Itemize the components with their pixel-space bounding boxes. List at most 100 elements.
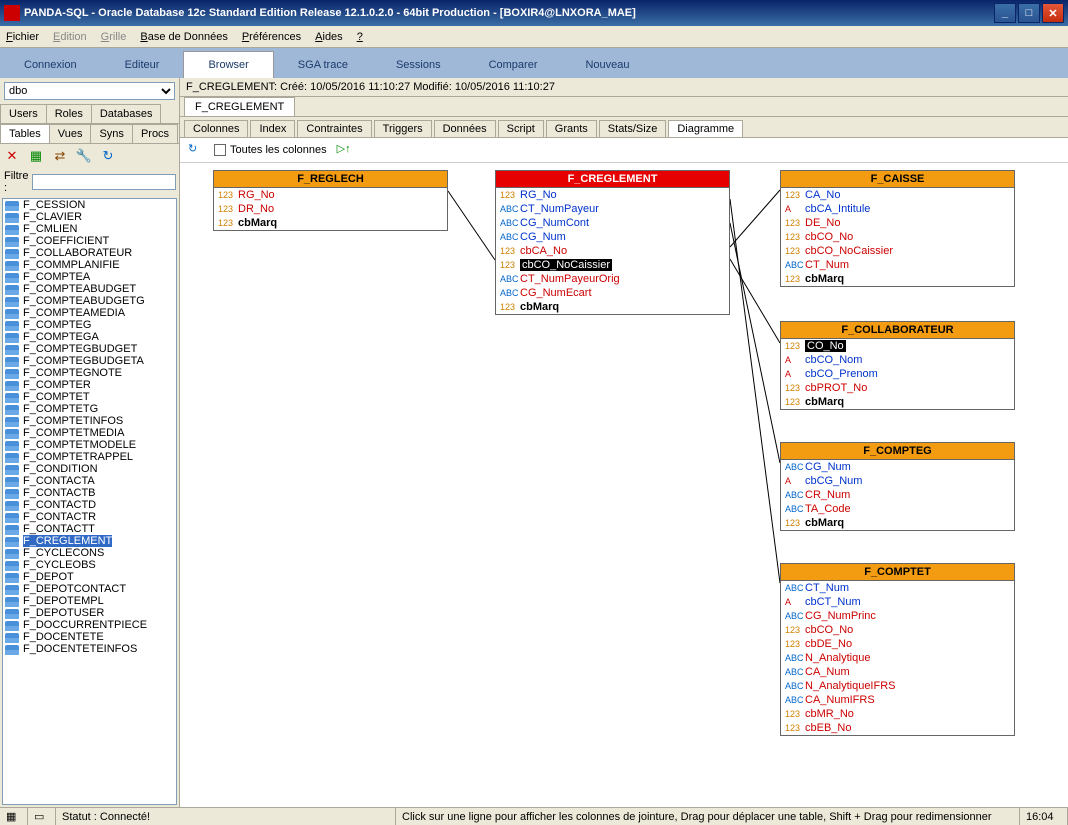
- column-row[interactable]: ABCCG_NumCont: [496, 216, 729, 230]
- close-button[interactable]: ✕: [1042, 3, 1064, 23]
- tree-item[interactable]: F_CONTACTT: [3, 523, 176, 535]
- column-row[interactable]: 123cbEB_No: [781, 721, 1014, 735]
- subtab-stats/size[interactable]: Stats/Size: [599, 120, 667, 137]
- column-row[interactable]: ABCCT_Num: [781, 581, 1014, 595]
- tree-item[interactable]: F_DOCENTETEINFOS: [3, 643, 176, 655]
- refresh-icon[interactable]: ↻: [100, 148, 116, 164]
- tree-item[interactable]: F_COMPTEG: [3, 319, 176, 331]
- column-row[interactable]: 123cbMarq: [781, 272, 1014, 286]
- tree-item[interactable]: F_COMPTER: [3, 379, 176, 391]
- column-row[interactable]: ABCN_Analytique: [781, 651, 1014, 665]
- tree-item[interactable]: F_DOCCURRENTPIECE: [3, 619, 176, 631]
- tree-item[interactable]: F_COMPTEGA: [3, 331, 176, 343]
- column-row[interactable]: 123cbCO_NoCaissier: [496, 258, 729, 272]
- tree-item[interactable]: F_CYCLEOBS: [3, 559, 176, 571]
- column-row[interactable]: 123cbDE_No: [781, 637, 1014, 651]
- sidetabs2-vues[interactable]: Vues: [49, 124, 92, 143]
- maintab-editeur[interactable]: Editeur: [101, 52, 184, 78]
- column-row[interactable]: 123cbMarq: [214, 216, 447, 230]
- subtab-triggers[interactable]: Triggers: [374, 120, 432, 137]
- tree-item[interactable]: F_CLAVIER: [3, 211, 176, 223]
- tree-item[interactable]: F_COMPTETRAPPEL: [3, 451, 176, 463]
- tree-item[interactable]: F_COMPTET: [3, 391, 176, 403]
- column-row[interactable]: 123cbMarq: [781, 516, 1014, 530]
- tree-item[interactable]: F_COEFFICIENT: [3, 235, 176, 247]
- tree-item[interactable]: F_DEPOTEMPL: [3, 595, 176, 607]
- maintab-connexion[interactable]: Connexion: [0, 52, 101, 78]
- column-row[interactable]: 123DR_No: [214, 202, 447, 216]
- tree-item[interactable]: F_COMPTEABUDGET: [3, 283, 176, 295]
- tree-item[interactable]: F_CONDITION: [3, 463, 176, 475]
- tree-item[interactable]: F_COMPTETG: [3, 403, 176, 415]
- diagram-table-f_compteg[interactable]: F_COMPTEGABCCG_NumAcbCG_NumABCCR_NumABCT…: [780, 442, 1015, 531]
- column-row[interactable]: 123DE_No: [781, 216, 1014, 230]
- tree-item[interactable]: F_DEPOTUSER: [3, 607, 176, 619]
- column-row[interactable]: AcbCT_Num: [781, 595, 1014, 609]
- menu-?[interactable]: ?: [357, 31, 363, 43]
- subtab-grants[interactable]: Grants: [546, 120, 597, 137]
- column-row[interactable]: 123RG_No: [496, 188, 729, 202]
- column-row[interactable]: 123cbMarq: [781, 395, 1014, 409]
- tree-item[interactable]: F_CMLIEN: [3, 223, 176, 235]
- column-row[interactable]: ABCCT_NumPayeurOrig: [496, 272, 729, 286]
- tree-item[interactable]: F_COMMPLANIFIE: [3, 259, 176, 271]
- tree-item[interactable]: F_COMPTEA: [3, 271, 176, 283]
- maximize-button[interactable]: □: [1018, 3, 1040, 23]
- column-row[interactable]: ABCCT_NumPayeur: [496, 202, 729, 216]
- tree-item[interactable]: F_COMPTEGBUDGET: [3, 343, 176, 355]
- subtab-contraintes[interactable]: Contraintes: [297, 120, 371, 137]
- menu-grille[interactable]: Grille: [101, 31, 127, 43]
- menu-edition[interactable]: Edition: [53, 31, 87, 43]
- column-row[interactable]: AcbCA_Intitule: [781, 202, 1014, 216]
- maintab-browser[interactable]: Browser: [183, 51, 273, 78]
- tree-item[interactable]: F_COMPTETMODELE: [3, 439, 176, 451]
- column-row[interactable]: AcbCG_Num: [781, 474, 1014, 488]
- column-row[interactable]: 123CO_No: [781, 339, 1014, 353]
- sidetabs1-users[interactable]: Users: [0, 104, 47, 123]
- column-row[interactable]: 123CA_No: [781, 188, 1014, 202]
- object-tab[interactable]: F_CREGLEMENT: [184, 97, 295, 116]
- subtab-colonnes[interactable]: Colonnes: [184, 120, 248, 137]
- tree-item[interactable]: F_COMPTETMEDIA: [3, 427, 176, 439]
- diagram-table-f_creglement[interactable]: F_CREGLEMENT123RG_NoABCCT_NumPayeurABCCG…: [495, 170, 730, 315]
- diagram-canvas[interactable]: F_REGLECH123RG_No123DR_No123cbMarq F_CREG…: [180, 163, 1068, 807]
- column-row[interactable]: ABCCA_Num: [781, 665, 1014, 679]
- column-row[interactable]: ABCN_AnalytiqueIFRS: [781, 679, 1014, 693]
- column-row[interactable]: AcbCO_Nom: [781, 353, 1014, 367]
- link-icon[interactable]: ⇄: [52, 148, 68, 164]
- menu-base de données[interactable]: Base de Données: [140, 31, 227, 43]
- column-row[interactable]: 123cbPROT_No: [781, 381, 1014, 395]
- sidetabs2-syns[interactable]: Syns: [90, 124, 132, 143]
- column-row[interactable]: AcbCO_Prenom: [781, 367, 1014, 381]
- column-row[interactable]: ABCCT_Num: [781, 258, 1014, 272]
- sidetabs1-roles[interactable]: Roles: [46, 104, 92, 123]
- sidetabs2-procs[interactable]: Procs: [132, 124, 178, 143]
- tree-item[interactable]: F_CONTACTA: [3, 475, 176, 487]
- tree-item[interactable]: F_CONTACTD: [3, 499, 176, 511]
- column-row[interactable]: 123cbMR_No: [781, 707, 1014, 721]
- delete-icon[interactable]: ✕: [4, 148, 20, 164]
- tree-item[interactable]: F_COMPTEGBUDGETA: [3, 355, 176, 367]
- menu-aides[interactable]: Aides: [315, 31, 343, 43]
- column-row[interactable]: 123RG_No: [214, 188, 447, 202]
- tree-item[interactable]: F_CREGLEMENT: [3, 535, 176, 547]
- all-columns-checkbox[interactable]: [214, 144, 226, 156]
- sidetabs2-tables[interactable]: Tables: [0, 124, 50, 143]
- tree-item[interactable]: F_DEPOTCONTACT: [3, 583, 176, 595]
- tool-icon[interactable]: 🔧: [76, 148, 92, 164]
- tree-item[interactable]: F_CONTACTR: [3, 511, 176, 523]
- grid-icon[interactable]: ▦: [28, 148, 44, 164]
- tree-item[interactable]: F_COMPTETINFOS: [3, 415, 176, 427]
- sort-icon[interactable]: ▷↑: [337, 142, 353, 158]
- column-row[interactable]: ABCCG_NumPrinc: [781, 609, 1014, 623]
- column-row[interactable]: 123cbCA_No: [496, 244, 729, 258]
- subtab-script[interactable]: Script: [498, 120, 544, 137]
- subtab-données[interactable]: Données: [434, 120, 496, 137]
- diagram-table-f_reglech[interactable]: F_REGLECH123RG_No123DR_No123cbMarq: [213, 170, 448, 231]
- column-row[interactable]: ABCCR_Num: [781, 488, 1014, 502]
- tree-item[interactable]: F_COMPTEGNOTE: [3, 367, 176, 379]
- subtab-index[interactable]: Index: [250, 120, 295, 137]
- column-row[interactable]: ABCTA_Code: [781, 502, 1014, 516]
- subtab-diagramme[interactable]: Diagramme: [668, 120, 743, 137]
- column-row[interactable]: ABCCG_Num: [781, 460, 1014, 474]
